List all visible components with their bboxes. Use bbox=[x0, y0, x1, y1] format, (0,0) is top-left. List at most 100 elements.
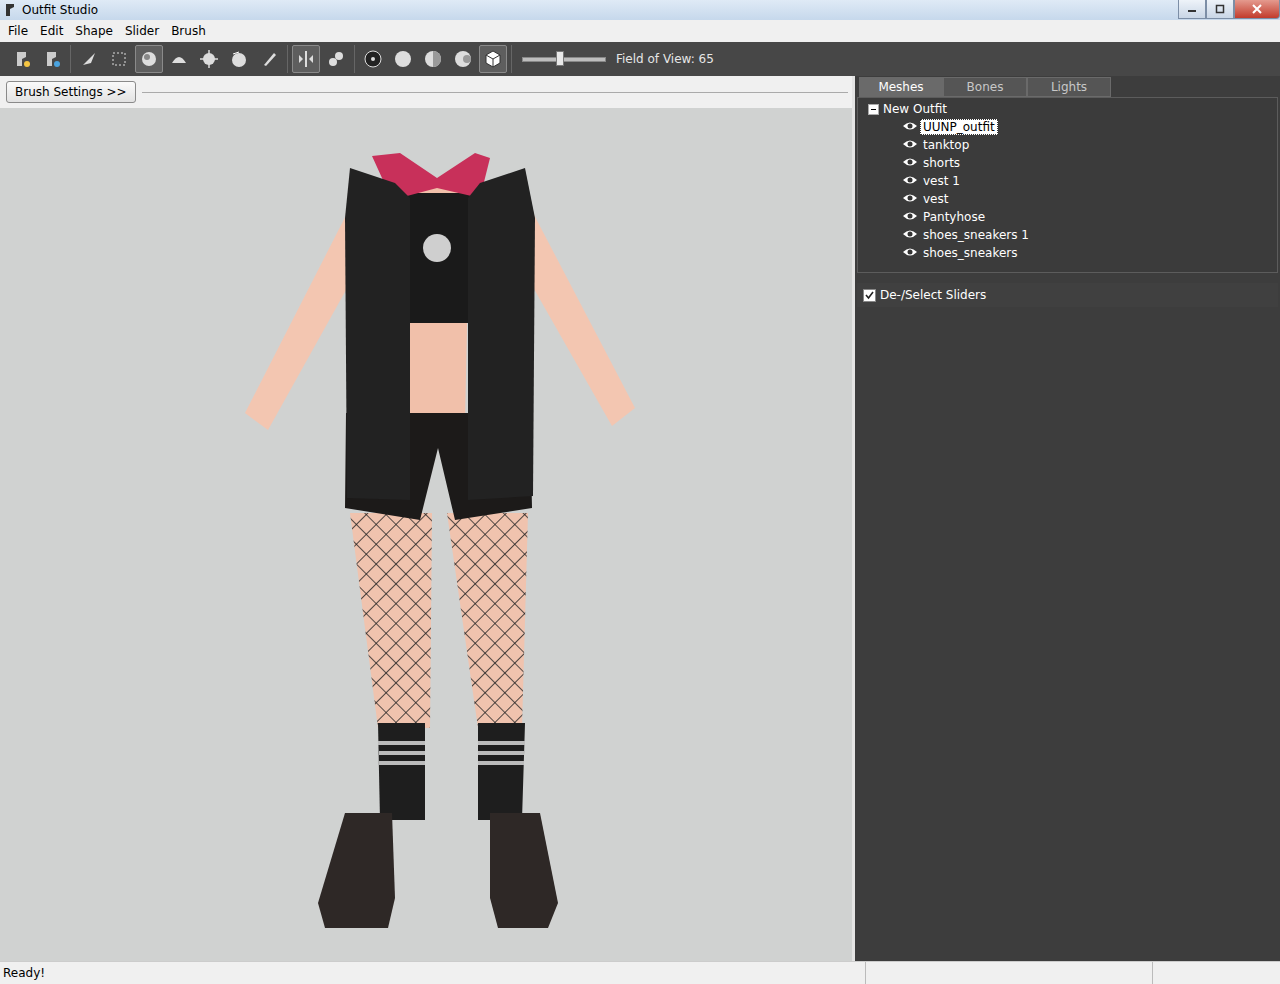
visibility-toggle[interactable] bbox=[902, 138, 918, 153]
tree-item-text: vest 1 bbox=[923, 174, 960, 188]
tree-item[interactable]: vest bbox=[862, 190, 1273, 208]
tool-button[interactable] bbox=[8, 45, 36, 73]
menu-item[interactable]: Brush bbox=[165, 22, 212, 40]
separator bbox=[142, 92, 848, 93]
tool-icon bbox=[139, 49, 159, 69]
tree-item[interactable]: tanktop bbox=[862, 136, 1273, 154]
fov-slider[interactable] bbox=[522, 57, 606, 62]
tool-button[interactable] bbox=[135, 45, 163, 73]
tab-label: Bones bbox=[967, 80, 1004, 94]
tool-icon bbox=[423, 49, 443, 69]
menu-item[interactable]: Shape bbox=[69, 22, 119, 40]
eye-icon bbox=[902, 120, 918, 132]
app-icon bbox=[4, 3, 16, 17]
tree-item[interactable]: shorts bbox=[862, 154, 1273, 172]
3d-viewport[interactable] bbox=[0, 108, 852, 961]
menu-item[interactable]: Edit bbox=[34, 22, 69, 40]
tool-button[interactable] bbox=[292, 45, 320, 73]
menu-bar: FileEditShapeSliderBrush bbox=[0, 20, 1280, 42]
main-area: Brush Settings >> Meshes Bones Lights New Ou… bbox=[0, 76, 1280, 961]
tree-item-label: vest bbox=[920, 191, 951, 207]
tool-icon bbox=[109, 49, 129, 69]
tool-group bbox=[4, 45, 71, 73]
tool-button[interactable] bbox=[479, 45, 507, 73]
maximize-button[interactable] bbox=[1206, 0, 1234, 19]
status-text-pane: Ready! bbox=[0, 962, 866, 984]
tree-item-label: UUNP_outfit bbox=[920, 119, 998, 135]
collapse-icon bbox=[870, 106, 877, 113]
tool-icon bbox=[259, 49, 279, 69]
tool-button[interactable] bbox=[165, 45, 193, 73]
tree-root-label: New Outfit bbox=[883, 102, 947, 116]
tree-item-label: tanktop bbox=[920, 137, 972, 153]
tool-icon bbox=[326, 49, 346, 69]
tree-item[interactable]: UUNP_outfit bbox=[862, 118, 1273, 136]
visibility-toggle[interactable] bbox=[902, 210, 918, 225]
sliders-checkbox[interactable] bbox=[863, 289, 876, 302]
tree-root[interactable]: New Outfit bbox=[862, 100, 1273, 118]
menu-item[interactable]: File bbox=[2, 22, 34, 40]
tree-item[interactable]: shoes_sneakers 1 bbox=[862, 226, 1273, 244]
toolbar: Field of View: 65 bbox=[0, 42, 1280, 76]
eye-icon bbox=[902, 192, 918, 204]
tool-button[interactable] bbox=[195, 45, 223, 73]
brush-settings-button[interactable]: Brush Settings >> bbox=[6, 81, 136, 103]
visibility-toggle[interactable] bbox=[902, 156, 918, 171]
tree-item-label: shorts bbox=[920, 155, 963, 171]
window-controls bbox=[1178, 0, 1280, 19]
visibility-toggle[interactable] bbox=[902, 174, 918, 189]
tool-button[interactable] bbox=[389, 45, 417, 73]
tab-bar: Meshes Bones Lights bbox=[857, 77, 1278, 97]
tool-button[interactable] bbox=[38, 45, 66, 73]
tool-icon bbox=[363, 49, 383, 69]
minimize-icon bbox=[1187, 4, 1197, 14]
eye-icon bbox=[902, 246, 918, 258]
tab[interactable]: Meshes bbox=[859, 77, 943, 97]
fov-slider-thumb[interactable] bbox=[556, 51, 564, 66]
eye-icon bbox=[902, 228, 918, 240]
tool-button[interactable] bbox=[105, 45, 133, 73]
eye-icon bbox=[902, 174, 918, 186]
tree-item-label: shoes_sneakers 1 bbox=[920, 227, 1032, 243]
tree-item-label: vest 1 bbox=[920, 173, 963, 189]
tree-item[interactable]: shoes_sneakers bbox=[862, 244, 1273, 262]
tab-label: Lights bbox=[1051, 80, 1087, 94]
tab[interactable]: Bones bbox=[943, 77, 1027, 97]
title-bar: Outfit Studio bbox=[0, 0, 1280, 20]
tool-icon bbox=[296, 49, 316, 69]
brush-bar: Brush Settings >> bbox=[0, 76, 852, 108]
status-text: Ready! bbox=[3, 966, 45, 980]
minimize-button[interactable] bbox=[1178, 0, 1206, 19]
restore-icon bbox=[1215, 4, 1225, 14]
tool-group bbox=[288, 45, 355, 73]
mesh-tree: New Outfit UUNP_outfittanktop shorts vest 1… bbox=[857, 97, 1278, 273]
visibility-toggle[interactable] bbox=[902, 120, 918, 135]
tool-button[interactable] bbox=[419, 45, 447, 73]
expander[interactable] bbox=[868, 104, 879, 115]
tree-item[interactable]: Pantyhose bbox=[862, 208, 1273, 226]
status-bar: Ready! bbox=[0, 961, 1280, 984]
tool-group bbox=[355, 45, 512, 73]
tool-icon bbox=[229, 49, 249, 69]
tool-button[interactable] bbox=[322, 45, 350, 73]
tree-item-label: Pantyhose bbox=[920, 209, 988, 225]
tool-button[interactable] bbox=[75, 45, 103, 73]
tree-item-text: vest bbox=[923, 192, 948, 206]
tool-button[interactable] bbox=[225, 45, 253, 73]
visibility-toggle[interactable] bbox=[902, 246, 918, 261]
eye-icon bbox=[902, 138, 918, 150]
visibility-toggle[interactable] bbox=[902, 228, 918, 243]
viewport-pane: Brush Settings >> bbox=[0, 76, 852, 961]
tab[interactable]: Lights bbox=[1027, 77, 1111, 97]
tool-icon bbox=[169, 49, 189, 69]
visibility-toggle[interactable] bbox=[902, 192, 918, 207]
menu-item[interactable]: Slider bbox=[119, 22, 165, 40]
tool-button[interactable] bbox=[255, 45, 283, 73]
tool-button[interactable] bbox=[449, 45, 477, 73]
tree-item[interactable]: vest 1 bbox=[862, 172, 1273, 190]
close-button[interactable] bbox=[1234, 0, 1280, 19]
tool-button[interactable] bbox=[359, 45, 387, 73]
eye-icon bbox=[902, 156, 918, 168]
side-panel: Meshes Bones Lights New Outfit UUNP_outfitta… bbox=[855, 76, 1280, 961]
sliders-label: De-/Select Sliders bbox=[880, 288, 986, 302]
